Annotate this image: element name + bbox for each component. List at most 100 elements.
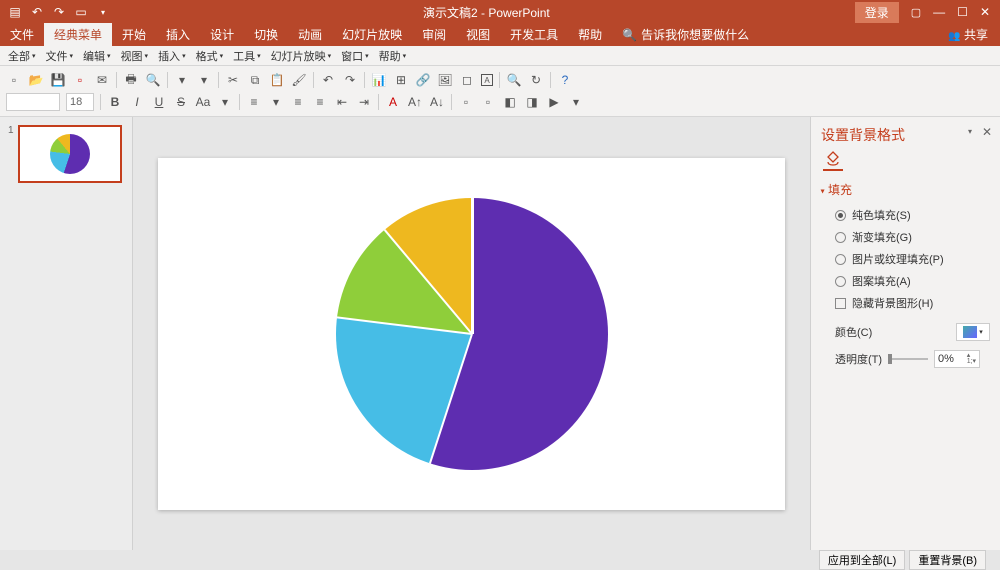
slide-thumbnails-panel: 1 [0, 117, 133, 550]
menu-all[interactable]: 全部▾ [4, 46, 40, 66]
print-icon[interactable]: 🖶 [123, 72, 139, 88]
minimize-icon[interactable]: — [933, 5, 945, 19]
run-icon[interactable]: ▶ [546, 94, 562, 110]
textbox-icon[interactable]: A [481, 74, 493, 86]
strike-button[interactable]: S [173, 94, 189, 110]
maximize-icon[interactable]: ☐ [957, 5, 968, 19]
menu-tools[interactable]: 工具▾ [229, 46, 265, 66]
highlight-icon[interactable]: ▾ [217, 94, 233, 110]
radio-pattern-fill[interactable]: 图案填充(A) [821, 270, 990, 292]
tell-me-search[interactable]: 🔍 告诉我你想要做什么 [612, 23, 759, 46]
change-case-button[interactable]: Aa [195, 94, 211, 110]
chart-icon[interactable]: 📊 [371, 72, 387, 88]
help-icon[interactable]: ? [557, 72, 573, 88]
slide-thumbnail-1[interactable] [18, 125, 122, 183]
menu-slideshow[interactable]: 幻灯片放映▾ [267, 46, 336, 66]
pane-options-icon[interactable]: ▾ [968, 127, 972, 136]
new-slide-icon[interactable]: ▫ [458, 94, 474, 110]
new-icon[interactable]: ▫ [6, 72, 22, 88]
tab-help[interactable]: 帮助 [568, 23, 612, 46]
hyperlink-icon[interactable]: 🔗 [415, 72, 431, 88]
menu-insert[interactable]: 插入▾ [154, 46, 190, 66]
close-icon[interactable]: ✕ [980, 5, 990, 19]
picture-icon[interactable]: 🖼 [437, 72, 453, 88]
qat-dropdown-icon[interactable]: ▾ [96, 5, 110, 19]
tab-animations[interactable]: 动画 [288, 23, 332, 46]
menu-help[interactable]: 帮助▾ [375, 46, 411, 66]
font-name-input[interactable] [6, 93, 60, 111]
undo-icon[interactable]: ↶ [30, 5, 44, 19]
grow-font-icon[interactable]: A↑ [407, 94, 423, 110]
transparency-spinner[interactable]: 0% ▴1;▾ [934, 350, 980, 368]
zoom-icon[interactable]: 🔍 [506, 72, 522, 88]
fill-tab-icon[interactable] [823, 151, 843, 171]
numbering-icon[interactable]: ≡ [312, 94, 328, 110]
menu-format[interactable]: 格式▾ [192, 46, 228, 66]
menu-edit[interactable]: 编辑▾ [79, 46, 115, 66]
radio-icon [835, 276, 846, 287]
pdf-icon[interactable]: ▫ [72, 72, 88, 88]
permissions-icon[interactable]: ▾ [174, 72, 190, 88]
font-color-icon[interactable]: A [385, 94, 401, 110]
align-dropdown-icon[interactable]: ▾ [268, 94, 284, 110]
tab-home[interactable]: 开始 [112, 23, 156, 46]
copy-icon[interactable]: ⧉ [247, 72, 263, 88]
indent-dec-icon[interactable]: ⇤ [334, 94, 350, 110]
table-icon[interactable]: ⊞ [393, 72, 409, 88]
undo-icon[interactable]: ↶ [320, 72, 336, 88]
radio-gradient-fill[interactable]: 渐变填充(G) [821, 226, 990, 248]
save-icon[interactable]: 💾 [50, 72, 66, 88]
font-size-input[interactable] [66, 93, 94, 111]
refresh-icon[interactable]: ↻ [528, 72, 544, 88]
apply-to-all-button[interactable]: 应用到全部(L) [819, 550, 905, 570]
login-button[interactable]: 登录 [855, 2, 899, 23]
bullets-icon[interactable]: ≡ [290, 94, 306, 110]
checkbox-hide-bg[interactable]: 隐藏背景图形(H) [821, 292, 990, 314]
transparency-slider[interactable] [888, 358, 928, 360]
paste-icon[interactable]: 📋 [269, 72, 285, 88]
menu-window[interactable]: 窗口▾ [337, 46, 373, 66]
settings-icon[interactable]: ▾ [196, 72, 212, 88]
tab-design[interactable]: 设计 [200, 23, 244, 46]
align-left-icon[interactable]: ≡ [246, 94, 262, 110]
ribbon-display-icon[interactable]: ▢ [911, 6, 921, 19]
design-icon[interactable]: ◧ [502, 94, 518, 110]
tab-view[interactable]: 视图 [456, 23, 500, 46]
radio-solid-fill[interactable]: 纯色填充(S) [821, 204, 990, 226]
cut-icon[interactable]: ✂ [225, 72, 241, 88]
menu-view[interactable]: 视图▾ [117, 46, 153, 66]
layout-icon[interactable]: ▫ [480, 94, 496, 110]
color-picker[interactable]: ▾ [956, 323, 990, 341]
tab-review[interactable]: 审阅 [412, 23, 456, 46]
underline-button[interactable]: U [151, 94, 167, 110]
menu-file[interactable]: 文件▾ [42, 46, 78, 66]
radio-picture-fill[interactable]: 图片或纹理填充(P) [821, 248, 990, 270]
mail-icon[interactable]: ✉ [94, 72, 110, 88]
redo-icon[interactable]: ↷ [342, 72, 358, 88]
tab-developer[interactable]: 开发工具 [500, 23, 568, 46]
share-button[interactable]: 👥 共享 [936, 23, 1000, 46]
reset-background-button[interactable]: 重置背景(B) [909, 550, 986, 570]
arrange-icon[interactable]: ▾ [568, 94, 584, 110]
pane-close-icon[interactable]: ✕ [982, 125, 992, 139]
shapes-icon[interactable]: ◻ [459, 72, 475, 88]
pie-chart[interactable] [336, 198, 608, 470]
bold-button[interactable]: B [107, 94, 123, 110]
tab-slideshow[interactable]: 幻灯片放映 [332, 23, 412, 46]
background-icon[interactable]: ◨ [524, 94, 540, 110]
slide[interactable] [158, 158, 785, 510]
section-fill-header[interactable]: 填充 [821, 181, 990, 198]
tab-transitions[interactable]: 切换 [244, 23, 288, 46]
open-icon[interactable]: 📂 [28, 72, 44, 88]
redo-icon[interactable]: ↷ [52, 5, 66, 19]
shrink-font-icon[interactable]: A↓ [429, 94, 445, 110]
italic-button[interactable]: I [129, 94, 145, 110]
format-painter-icon[interactable]: 🖌 [291, 72, 307, 88]
start-from-beginning-icon[interactable]: ▭ [74, 5, 88, 19]
indent-inc-icon[interactable]: ⇥ [356, 94, 372, 110]
print-preview-icon[interactable]: 🔍 [145, 72, 161, 88]
tab-file[interactable]: 文件 [0, 23, 44, 46]
tab-classic-menu[interactable]: 经典菜单 [44, 23, 112, 46]
save-icon[interactable]: ▤ [8, 5, 22, 19]
tab-insert[interactable]: 插入 [156, 23, 200, 46]
